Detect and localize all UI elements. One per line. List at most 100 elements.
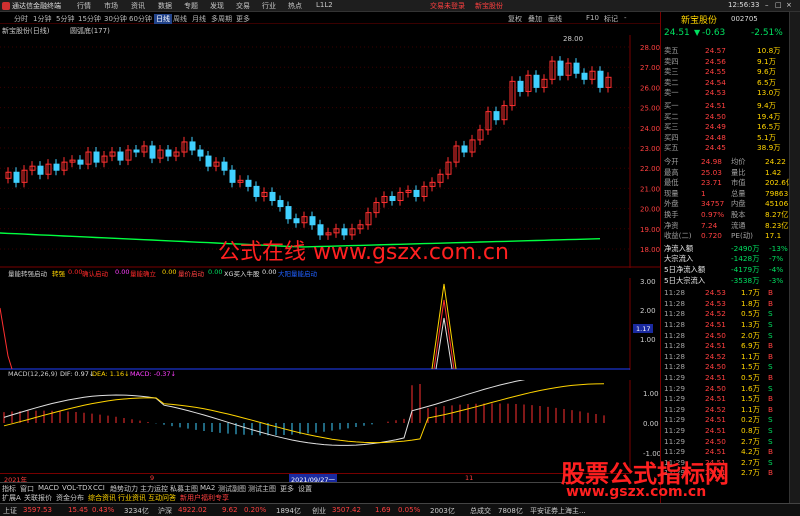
tab-ext-a[interactable]: 扩展A [2, 493, 21, 503]
tick-price: 24.50 [705, 362, 726, 372]
tab-vol[interactable]: VOL-TDX [62, 484, 92, 492]
period-tab-selected[interactable]: 日线 [154, 14, 172, 24]
indicator-chart[interactable]: 3.00 2.00 1.00 1.17 [0, 278, 660, 370]
macd-name: MACD(12,26,9) [8, 370, 58, 378]
period-tab[interactable]: 月线 [192, 14, 206, 24]
tab-cci[interactable]: CCI [93, 484, 105, 492]
overlay-button[interactable]: 叠加 [528, 14, 542, 24]
quote-panel: 新宝股份 002705 24.51 ▼ -0.63 -2.51% 卖五 24.57… [561, 12, 800, 505]
tick-side: S [768, 320, 773, 329]
menu-hot[interactable]: 热点 [288, 1, 302, 11]
candle-body [597, 70, 604, 88]
maximize-icon[interactable]: □ [775, 1, 782, 9]
clock: 12:56:33 [728, 1, 760, 9]
restore-rights-button[interactable]: 复权 [508, 14, 522, 24]
stat-value: 79863 [765, 188, 789, 198]
indicator-name: 量能转强启动 [8, 270, 47, 278]
bid-price: 24.51 [705, 101, 726, 110]
stat-row: 最高 25.03 量比 1.42 [661, 168, 791, 179]
ask-row[interactable]: 卖三 24.55 9.6万 [661, 67, 791, 78]
draw-button[interactable]: 画线 [548, 14, 562, 24]
tick-side: B [768, 341, 774, 351]
ask-row[interactable]: 卖二 24.54 6.5万 [661, 78, 791, 89]
tick-side: B [768, 351, 774, 361]
period-tab[interactable]: 分时 [14, 14, 28, 24]
tab-fund-dist[interactable]: 资金分布 [56, 493, 84, 503]
macd-dif: DIF: 0.97↓ [60, 370, 95, 378]
tab-industry-news[interactable]: 行业资讯 [118, 493, 146, 503]
tick-side: S [768, 362, 773, 372]
tab-qa[interactable]: 互动问答 [148, 493, 176, 503]
tab-related[interactable]: 关联报价 [24, 493, 52, 503]
stat-value: 7.24 [701, 220, 718, 230]
stat-value: 0.97% [701, 210, 725, 219]
candle-body [285, 206, 292, 220]
menu-l1l2[interactable]: L1L2 [316, 1, 333, 9]
period-tab[interactable]: 更多 [236, 14, 250, 24]
tick-volume: 1.3万 [741, 320, 760, 329]
period-tab[interactable]: 多周期 [211, 14, 232, 24]
tab-news[interactable]: 综合资讯 [88, 493, 116, 503]
menu-info[interactable]: 资讯 [131, 1, 145, 11]
period-tab[interactable]: 60分钟 [129, 14, 152, 24]
stat-value: 1 [701, 188, 706, 198]
period-tab[interactable]: 1分钟 [33, 14, 51, 24]
menu-market[interactable]: 市场 [104, 1, 118, 11]
stat-label: PE(动) [731, 231, 754, 241]
side-toolbar[interactable] [789, 12, 800, 505]
menu-trade[interactable]: 交易 [236, 1, 250, 11]
period-tab[interactable]: 30分钟 [104, 14, 127, 24]
bid-row[interactable]: 买四 24.48 5.1万 [661, 133, 791, 144]
menu-topic[interactable]: 专题 [184, 1, 198, 11]
tab-macd[interactable]: MACD [38, 484, 59, 492]
ask-label: 卖二 [664, 77, 679, 87]
tick-price: 24.50 [705, 330, 726, 340]
tick-side: B [768, 298, 774, 308]
tab-ma2[interactable]: MA2 [200, 484, 215, 492]
tick-time: 11:28 [664, 320, 686, 329]
f10-button[interactable]: F10 [586, 14, 599, 22]
bid-row[interactable]: 买二 24.50 19.4万 [661, 112, 791, 123]
collapse-button[interactable]: - [624, 14, 627, 22]
menu-industry[interactable]: 行业 [262, 1, 276, 11]
stock-link[interactable]: 新宝股份 [475, 1, 503, 11]
index-chg: 9.62 [222, 506, 238, 514]
tick-side: B [768, 373, 774, 382]
bid-row[interactable]: 买五 24.45 38.9万 [661, 143, 791, 154]
bid-volume: 16.5万 [757, 122, 781, 132]
tick-time: 11:29 [664, 415, 686, 425]
period-tab[interactable]: 15分钟 [78, 14, 101, 24]
flow-pct: -13% [769, 243, 788, 253]
mark-button[interactable]: 标记 [604, 14, 618, 24]
period-tab[interactable]: 5分钟 [56, 14, 74, 24]
menu-data[interactable]: 数据 [158, 1, 172, 11]
tick-row: 11:28 24.52 0.5万 S [661, 309, 791, 320]
ask-volume: 9.1万 [757, 56, 776, 66]
bid-row[interactable]: 买一 24.51 9.4万 [661, 101, 791, 112]
ask-row[interactable]: 卖五 24.57 10.8万 [661, 46, 791, 57]
menu-quotes[interactable]: 行情 [77, 1, 91, 11]
flow-row: 5日大宗流入 -3538万 -3% [661, 276, 791, 287]
ind-item: 0.00 [262, 268, 277, 276]
ask-row[interactable]: 卖四 24.56 9.1万 [661, 57, 791, 68]
period-tab[interactable]: 周线 [173, 14, 187, 24]
minimize-icon[interactable]: – [765, 1, 769, 9]
close-icon[interactable]: × [786, 1, 792, 9]
macd-axis-label: 0.00 [643, 420, 659, 428]
tab-new-user[interactable]: 新用户福利专享 [180, 493, 229, 503]
ask-row[interactable]: 卖一 24.53 13.0万 [661, 88, 791, 99]
bid-row[interactable]: 买三 24.49 16.5万 [661, 122, 791, 133]
tick-volume: 2.7万 [741, 436, 760, 446]
candle-body [77, 159, 84, 165]
ask-price: 24.57 [705, 46, 726, 55]
date-bar: 2021年 9 2021/09/27一 11 [0, 473, 630, 484]
tick-price: 24.51 [705, 320, 726, 329]
tick-volume: 0.2万 [741, 415, 760, 425]
ask-volume: 9.6万 [757, 67, 776, 77]
index-pct: 0.43% [92, 506, 115, 514]
tick-price: 24.51 [705, 373, 726, 382]
indicator-tabs: 指标 窗口 MACD VOL-TDX CCI 趋势动力 主力运控 私募主图 MA… [0, 482, 575, 493]
price-tick-label: 26.00 [640, 84, 660, 92]
trade-login-link[interactable]: 交易未登录 [430, 1, 465, 11]
menu-discover[interactable]: 发现 [210, 1, 224, 11]
